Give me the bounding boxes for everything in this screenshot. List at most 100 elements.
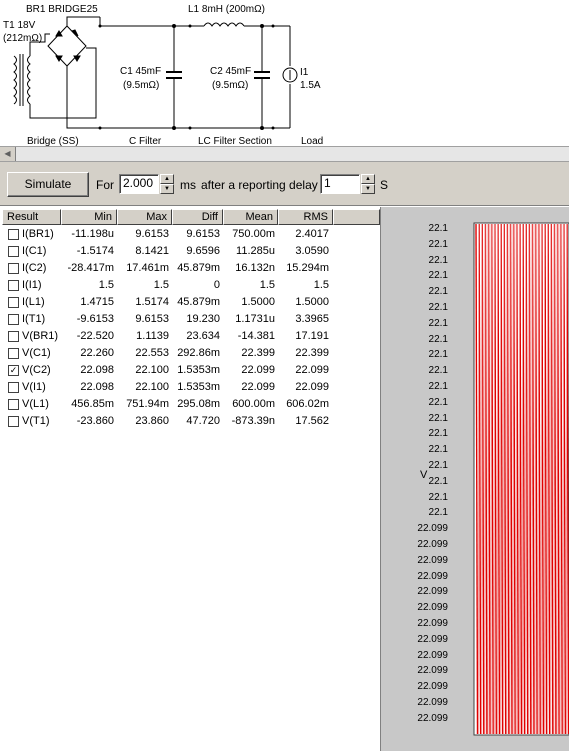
result-checkbox[interactable] — [8, 331, 19, 342]
result-max-cell: 8.1421 — [135, 245, 169, 257]
t1-secondary-coil — [27, 55, 31, 105]
y-tick-label: 22.1 — [428, 412, 448, 424]
result-checkbox[interactable] — [8, 348, 19, 359]
delay-spinner[interactable]: ▲ ▼ — [361, 174, 375, 194]
result-diff-cell: 45.879m — [177, 262, 220, 274]
header-max[interactable]: Max — [117, 209, 172, 225]
schematic-canvas[interactable]: BR1 BRIDGE25 T1 18V (212mΩ) L1 8mH (200m… — [0, 0, 569, 147]
result-mean-cell: 1.5000 — [241, 296, 275, 308]
result-checkbox[interactable] — [8, 280, 19, 291]
simulate-button[interactable]: Simulate — [7, 172, 89, 197]
table-row[interactable]: I(T1) -9.6153 9.6153 19.230 1.1731u 3.3965 — [2, 311, 380, 328]
result-name: I(L1) — [22, 296, 45, 308]
header-diff[interactable]: Diff — [172, 209, 223, 225]
t1-resistance: (212mΩ) — [3, 33, 43, 44]
result-checkbox[interactable] — [8, 229, 19, 240]
table-row[interactable]: V(L1) 456.85m 751.94m 295.08m 600.00m 606.02m — [2, 396, 380, 413]
horizontal-scrollbar[interactable]: ◀ — [0, 146, 569, 162]
result-rms-cell: 15.294m — [286, 262, 329, 274]
result-mean-cell: 22.099 — [241, 381, 275, 393]
scroll-left-button[interactable]: ◀ — [0, 147, 16, 161]
result-name: I(C1) — [22, 245, 47, 257]
y-tick-label: 22.099 — [417, 649, 448, 661]
result-rms-cell: 2.4017 — [295, 228, 329, 240]
result-checkbox[interactable] — [8, 382, 19, 393]
result-max-cell: 1.5174 — [135, 296, 169, 308]
result-name: I(T1) — [22, 313, 46, 325]
l1-label: L1 8mH (200mΩ) — [188, 4, 265, 15]
table-row[interactable]: I(C2) -28.417m 17.461m 45.879m 16.132n 15.294… — [2, 260, 380, 277]
graph-panel[interactable]: 22.1 22.1 22.1 22.1 22.1 22.1 22.1 22.1 22.1 22.1… — [381, 207, 569, 751]
result-name: V(C1) — [22, 347, 51, 359]
delay-label: after a reporting delay of — [201, 178, 332, 192]
table-row[interactable]: I(L1) 1.4715 1.5174 45.879m 1.5000 1.5000 — [2, 294, 380, 311]
table-row[interactable]: I(C1) -1.5174 8.1421 9.6596 11.285u 3.0590 — [2, 243, 380, 260]
result-mean-cell: 22.399 — [241, 347, 275, 359]
spin-down-icon[interactable]: ▼ — [361, 184, 375, 194]
y-tick-label: 22.099 — [417, 554, 448, 566]
results-table[interactable]: Result Min Max Diff Mean RMS I(BR1) -11.1… — [0, 207, 381, 751]
result-checkbox[interactable] — [8, 246, 19, 257]
result-name: I(I1) — [22, 279, 42, 291]
result-diff-cell: 1.5353m — [177, 381, 220, 393]
result-checkbox[interactable] — [8, 314, 19, 325]
header-mean[interactable]: Mean — [223, 209, 278, 225]
bridge-title: BR1 BRIDGE25 — [26, 4, 98, 15]
table-row[interactable]: V(I1) 22.098 22.100 1.5353m 22.099 22.099 — [2, 379, 380, 396]
result-checkbox[interactable] — [8, 263, 19, 274]
y-tick-label: 22.099 — [417, 586, 448, 598]
y-tick-label: 22.1 — [428, 396, 448, 408]
header-rms[interactable]: RMS — [278, 209, 333, 225]
table-row[interactable]: I(I1) 1.5 1.5 0 1.5 1.5 — [2, 277, 380, 294]
result-mean-cell: -873.39n — [231, 415, 275, 427]
y-tick-label: 22.099 — [417, 618, 448, 629]
result-checkbox[interactable] — [8, 399, 19, 410]
result-rms-cell: 1.5 — [313, 279, 329, 291]
result-rms-cell: 22.099 — [295, 364, 329, 376]
t1-name: T1 18V — [3, 20, 36, 31]
table-row[interactable]: V(T1) -23.860 23.860 47.720 -873.39n 17.562 — [2, 413, 380, 430]
header-result[interactable]: Result — [2, 209, 61, 225]
result-min-cell: 22.098 — [80, 364, 114, 376]
result-rms-cell: 3.0590 — [295, 245, 329, 257]
spin-up-icon[interactable]: ▲ — [361, 174, 375, 184]
spin-up-icon[interactable]: ▲ — [160, 174, 174, 184]
result-checkbox[interactable]: ✓ — [8, 365, 19, 376]
y-tick-label: 22.1 — [428, 302, 448, 313]
simulation-toolbar: Simulate For 2.000 ▲ ▼ ms after a report… — [0, 162, 569, 206]
result-mean-cell: 750.00m — [232, 228, 275, 240]
table-row[interactable]: V(BR1) -22.520 1.1139 23.634 -14.381 17.191 — [2, 328, 380, 345]
y-tick-label: 22.1 — [428, 254, 448, 266]
y-tick-label: 22.1 — [428, 428, 448, 440]
result-mean-cell: 22.099 — [241, 364, 275, 376]
duration-spinner[interactable]: ▲ ▼ — [160, 174, 174, 194]
result-checkbox[interactable] — [8, 416, 19, 427]
table-row[interactable]: V(C1) 22.260 22.553 292.86m 22.399 22.399 — [2, 345, 380, 362]
duration-input[interactable]: 2.000 — [119, 174, 159, 194]
y-tick-label: 22.1 — [428, 460, 448, 471]
result-min-cell: -1.5174 — [76, 245, 114, 257]
y-tick-label: 22.099 — [417, 570, 448, 582]
c2-resistance: (9.5mΩ) — [212, 80, 249, 91]
table-row[interactable]: I(BR1) -11.198u 9.6153 9.6153 750.00m 2.4017 — [2, 226, 380, 243]
result-min-cell: -22.520 — [76, 330, 114, 342]
result-checkbox[interactable] — [8, 297, 19, 308]
t1-primary-coil — [13, 55, 17, 105]
delay-input[interactable]: 1 — [320, 174, 360, 194]
result-min-cell: 456.85m — [71, 398, 114, 410]
y-tick-label: 22.1 — [428, 223, 448, 234]
result-diff-cell: 47.720 — [186, 415, 220, 427]
y-tick-label: 22.099 — [417, 681, 448, 693]
y-tick-label: 22.099 — [417, 539, 448, 550]
y-tick-label: 22.099 — [417, 712, 448, 724]
result-rms-cell: 3.3965 — [295, 313, 329, 325]
result-mean-cell: 1.5 — [259, 279, 275, 291]
header-min[interactable]: Min — [61, 209, 117, 225]
result-max-cell: 751.94m — [126, 398, 169, 410]
c1-name: C1 45mF — [120, 66, 162, 77]
spin-down-icon[interactable]: ▼ — [160, 184, 174, 194]
y-tick-label: 22.1 — [428, 365, 448, 377]
table-row[interactable]: ✓ V(C2) 22.098 22.100 1.5353m 22.099 22.099 — [2, 362, 380, 379]
result-name: V(BR1) — [22, 330, 59, 342]
result-max-cell: 9.6153 — [135, 228, 169, 240]
